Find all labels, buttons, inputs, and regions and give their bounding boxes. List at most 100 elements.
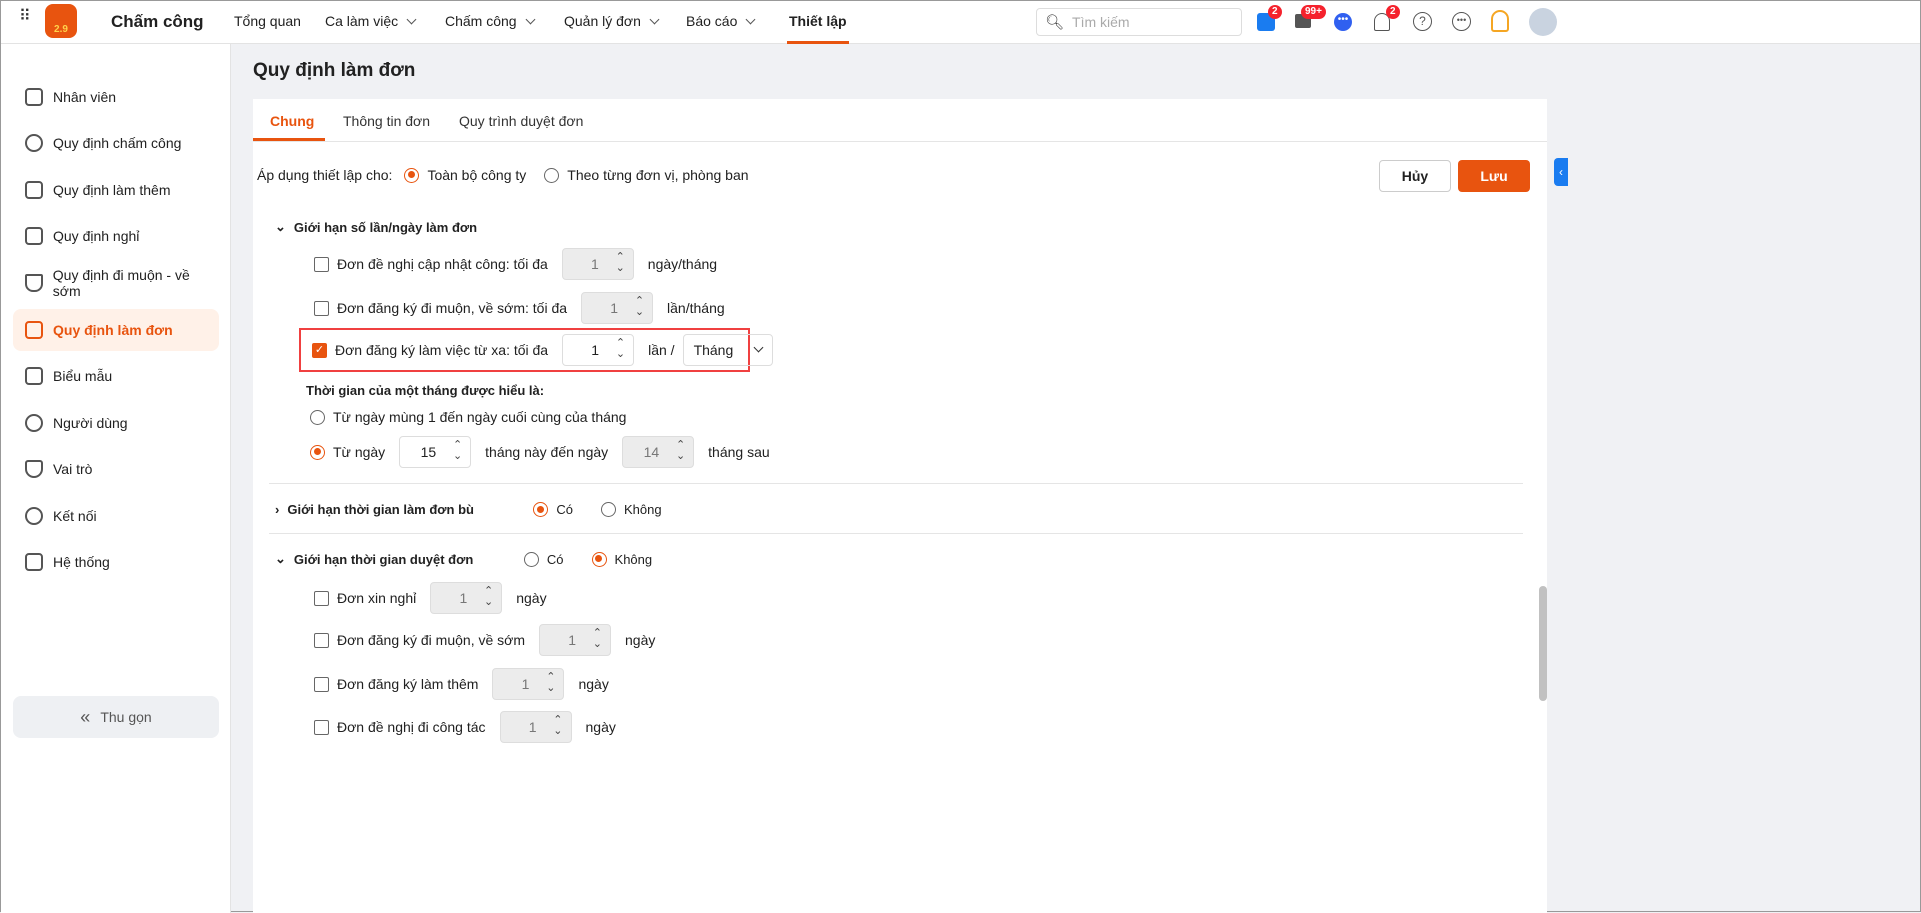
from-day-stepper[interactable]: 15 (399, 436, 472, 468)
more-icon[interactable]: ••• (1452, 12, 1471, 31)
section-limit[interactable]: ⌄ Giới hạn số lần/ngày làm đơn (275, 219, 477, 235)
approve-row: Đơn xin nghỉ1ngày (314, 582, 547, 614)
checkbox[interactable] (314, 300, 329, 316)
checkbox-checked[interactable]: ✓ (312, 342, 327, 358)
sidebar-item-late-early-rules[interactable]: Quy định đi muộn - về sớm (13, 262, 219, 304)
help-icon[interactable]: ? (1413, 12, 1432, 31)
checkbox[interactable] (314, 590, 329, 606)
sidebar-item-leave-rules[interactable]: Quy định nghỉ (13, 215, 219, 257)
cancel-button[interactable]: Hủy (1379, 160, 1451, 192)
chevron-down-icon: ⌄ (275, 219, 286, 234)
panel-toggle-button[interactable]: ‹ (1554, 158, 1568, 186)
apply-scope: Áp dụng thiết lập cho: Toàn bộ công ty T… (257, 167, 749, 183)
chevron-down-icon: ⌄ (275, 551, 286, 566)
checkbox[interactable] (314, 676, 329, 692)
megaphone-badge: 99+ (1301, 5, 1326, 19)
collapse-button[interactable]: «Thu gọn (13, 696, 219, 738)
approve-row: Đơn đăng ký đi muộn, về sớm1ngày (314, 624, 655, 656)
calendar-icon (25, 227, 43, 245)
sidebar-item-users[interactable]: Người dùng (13, 402, 219, 444)
radio-yes[interactable] (533, 502, 549, 517)
double-chevron-left-icon: « (80, 706, 91, 727)
approve-row: Đơn đề nghị đi công tác1ngày (314, 711, 616, 743)
number-stepper[interactable]: 1 (430, 582, 503, 614)
radio[interactable] (310, 444, 325, 460)
section-approval-time[interactable]: ⌄ Giới hạn thời gian duyệt đơn Có Không (275, 551, 652, 567)
sidebar-item-system[interactable]: Hệ thống (13, 541, 219, 583)
chevron-down-icon (406, 14, 417, 25)
scrollbar[interactable] (1539, 586, 1547, 701)
sidebar-item-roles[interactable]: Vai trò (13, 448, 219, 490)
app-logo: 2.9 (45, 4, 77, 38)
number-stepper[interactable]: 1 (539, 624, 611, 656)
radio-whole-company[interactable] (404, 167, 420, 183)
nav-reports[interactable]: Báo cáo (686, 1, 756, 44)
period-select[interactable]: Tháng (682, 334, 773, 366)
to-day-stepper[interactable]: 14 (622, 436, 695, 468)
limit-row-late: Đơn đăng ký đi muộn, về sớm: tối đa 1 lầ… (314, 292, 725, 324)
sidebar-item-overtime-rules[interactable]: Quy định làm thêm (13, 169, 219, 211)
nav-overview[interactable]: Tổng quan (234, 1, 301, 44)
app-title: Chấm công (111, 12, 204, 31)
chevron-down-icon (745, 14, 756, 25)
idea-icon[interactable] (1491, 10, 1509, 32)
people-icon (25, 88, 43, 106)
form-icon (25, 367, 43, 385)
number-stepper[interactable]: 1 (581, 292, 654, 324)
share-icon (25, 507, 43, 525)
approve-row: Đơn đăng ký làm thêm1ngày (314, 668, 609, 700)
radio-no[interactable] (591, 551, 607, 567)
nav-requests[interactable]: Quản lý đơn (564, 1, 660, 44)
document-clock-icon (25, 321, 43, 339)
number-stepper[interactable]: 1 (561, 248, 634, 280)
chevron-down-icon (753, 342, 764, 352)
radio-by-department[interactable] (544, 167, 560, 183)
user-icon (25, 414, 43, 432)
avatar[interactable] (1529, 8, 1557, 36)
number-stepper[interactable]: 1 (562, 334, 635, 366)
chevron-right-icon: › (275, 502, 280, 517)
calendar-clock-icon (25, 181, 43, 199)
radio[interactable] (310, 409, 325, 425)
nav-shifts[interactable]: Ca làm việc (325, 1, 417, 44)
apps-grid-icon[interactable]: ⠿ (19, 9, 31, 25)
radio-yes[interactable] (523, 551, 539, 567)
checkbox[interactable] (314, 632, 329, 648)
top-bar: ⠿ 2.9 Chấm công Tổng quan Ca làm việc Ch… (1, 1, 1920, 44)
checkbox[interactable] (314, 256, 329, 272)
stopwatch-icon (25, 134, 43, 152)
sidebar-item-timekeeping-rules[interactable]: Quy định chấm công (13, 122, 219, 164)
tab-request-info[interactable]: Thông tin đơn (343, 113, 430, 129)
number-stepper[interactable]: 1 (492, 668, 565, 700)
page-title: Quy định làm đơn (253, 60, 416, 81)
checkbox[interactable] (314, 719, 329, 735)
month-definition-label: Thời gian của một tháng được hiểu là: (306, 383, 545, 398)
chat-icon[interactable]: ••• (1334, 13, 1352, 31)
shield-icon (25, 460, 43, 478)
monitor-icon (25, 553, 43, 571)
cart-badge: 2 (1268, 5, 1282, 19)
number-stepper[interactable]: 1 (499, 711, 572, 743)
month-option-2: Từ ngày 15 tháng này đến ngày 14 tháng s… (310, 436, 770, 468)
limit-row-remote: ✓Đơn đăng ký làm việc từ xa: tối đa 1 lầ… (312, 334, 773, 366)
chevron-down-icon (649, 14, 660, 25)
bell-badge: 2 (1386, 5, 1400, 19)
sidebar-item-request-rules[interactable]: Quy định làm đơn (13, 309, 219, 351)
search-input[interactable]: 🔍︎ Tìm kiếm (1036, 8, 1242, 36)
section-compensation[interactable]: › Giới hạn thời gian làm đơn bù Có Không (275, 502, 662, 517)
sidebar: Nhân viên Quy định chấm công Quy định là… (1, 44, 231, 913)
nav-timekeeping[interactable]: Chấm công (445, 1, 536, 44)
sidebar-item-employees[interactable]: Nhân viên (13, 76, 219, 118)
nav-settings[interactable]: Thiết lập (787, 1, 849, 44)
chevron-down-icon (525, 14, 536, 25)
limit-row-update: Đơn đề nghị cập nhật công: tối đa 1 ngày… (314, 248, 717, 280)
tab-general[interactable]: Chung (270, 113, 314, 129)
save-button[interactable]: Lưu (1458, 160, 1530, 192)
hourglass-icon (25, 274, 43, 292)
sidebar-item-templates[interactable]: Biểu mẫu (13, 355, 219, 397)
sidebar-item-connections[interactable]: Kết nối (13, 495, 219, 537)
tab-approval-flow[interactable]: Quy trình duyệt đơn (459, 113, 583, 129)
month-option-1: Từ ngày mùng 1 đến ngày cuối cùng của th… (310, 409, 626, 425)
search-icon: 🔍︎ (1045, 14, 1065, 31)
radio-no[interactable] (600, 502, 616, 517)
